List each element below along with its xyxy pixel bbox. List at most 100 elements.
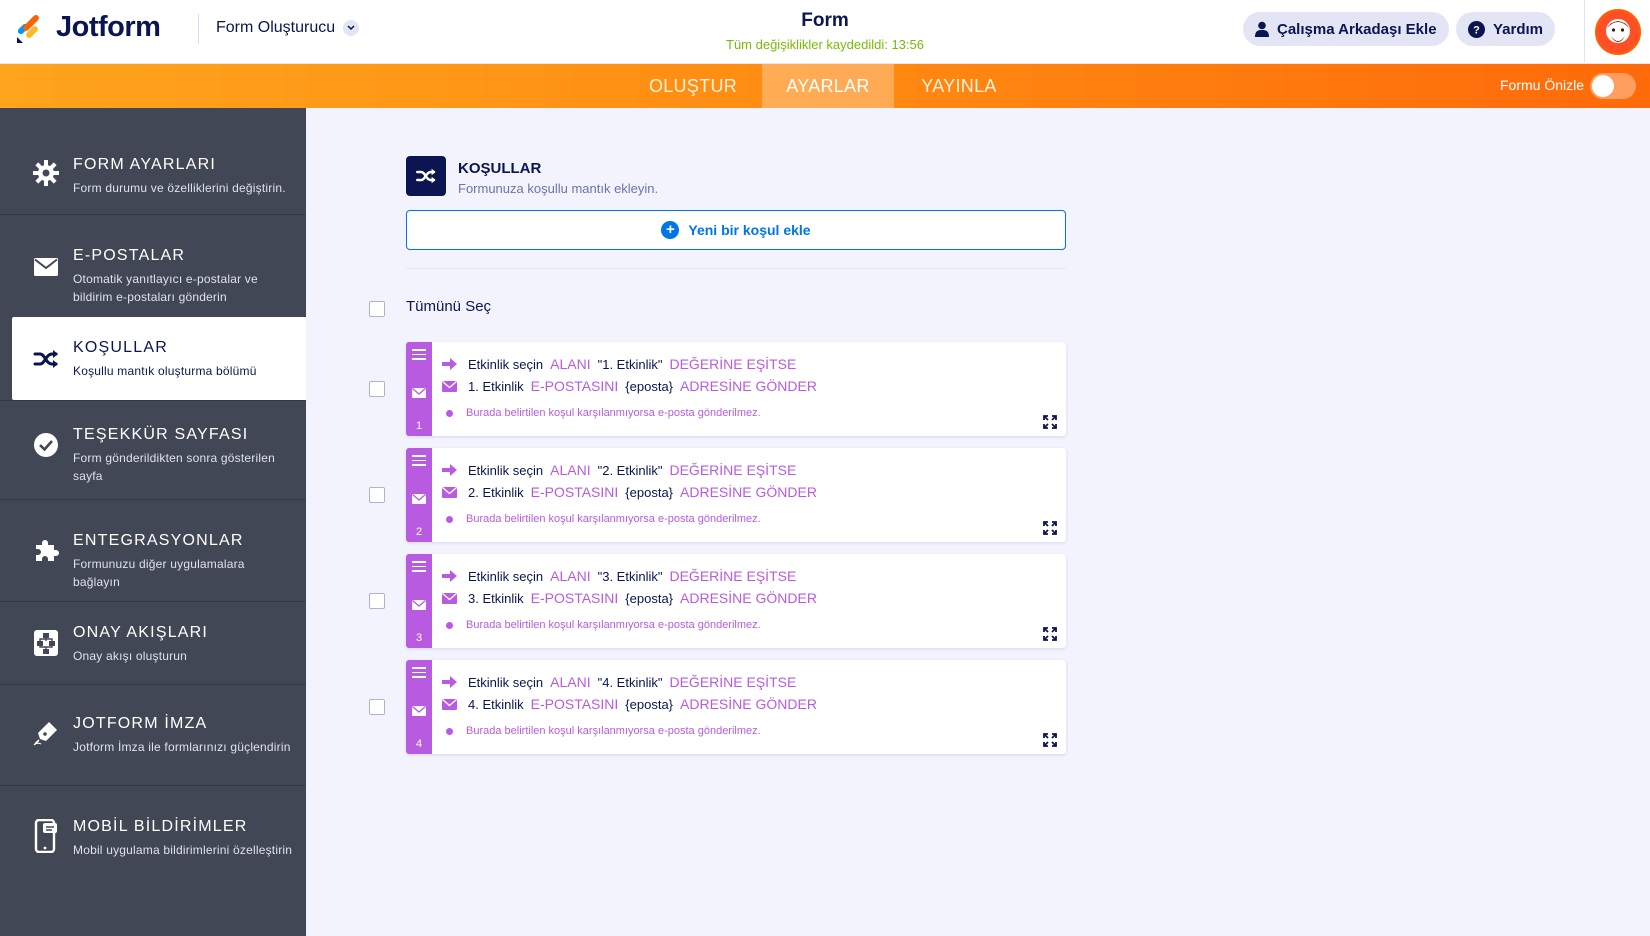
- select-all-checkbox[interactable]: [369, 301, 385, 317]
- arrow-right-icon: [442, 676, 458, 688]
- rule-note-text: Burada belirtilen koşul karşılanmıyorsa …: [466, 407, 761, 419]
- email-rule-icon: [412, 597, 426, 615]
- tab-publish[interactable]: YAYINLA: [894, 64, 1024, 108]
- rule-side-strip: 4: [406, 660, 432, 754]
- expand-icon[interactable]: [1042, 732, 1058, 748]
- sidebar-item-title: MOBİL BİLDİRİMLER: [73, 818, 248, 835]
- rule-number: 3: [415, 632, 423, 644]
- conditions-header-icon: [406, 156, 446, 196]
- rule-email-name: 2. Etkinlik: [468, 484, 524, 500]
- envelope-icon: [442, 486, 458, 498]
- sidebar-item-title: ENTEGRASYONLAR: [73, 532, 244, 549]
- help-button[interactable]: ? Yardım: [1456, 12, 1556, 46]
- arrow-right-icon: [442, 464, 458, 476]
- rule-checkbox[interactable]: [369, 593, 385, 609]
- form-builder-label: Form Oluşturucu: [216, 19, 336, 36]
- envelope-icon: [32, 253, 60, 281]
- builder-nav: OLUŞTUR AYARLAR YAYINLA Formu Önizle: [0, 64, 1650, 108]
- gear-icon: [32, 159, 60, 187]
- email-rule-icon: [412, 385, 426, 403]
- rule-note: Burada belirtilen koşul karşılanmıyorsa …: [442, 725, 761, 737]
- form-builder-dropdown[interactable]: Form Oluşturucu: [216, 19, 360, 37]
- condition-rule-card[interactable]: 3 Etkinlik seçin ALANI "3. Etkinlik" DEĞERİN…: [406, 554, 1066, 648]
- rule-checkbox[interactable]: [369, 487, 385, 503]
- sidebar-item-mobile-notifications[interactable]: MOBİL BİLDİRİMLER Mobil uygulama bildiri…: [0, 786, 306, 886]
- rule-if-line: Etkinlik seçin ALANI "2. Etkinlik" DEĞERİNE…: [442, 462, 803, 478]
- help-icon: ?: [1468, 20, 1485, 38]
- sidebar-item-form-settings[interactable]: FORM AYARLARI Form durumu ve özellikleri…: [0, 108, 306, 215]
- jotform-logo[interactable]: Jotform: [14, 10, 161, 44]
- rule-keyword-equals: DEĞERİNE EŞİTSE: [669, 462, 797, 478]
- rule-field-name: Etkinlik seçin: [468, 674, 544, 690]
- rule-note-text: Burada belirtilen koşul karşılanmıyorsa …: [466, 619, 761, 631]
- rule-then-line: 1. Etkinlik E-POSTASINI {eposta} ADRESİNE G…: [442, 378, 824, 394]
- rule-address: {eposta}: [625, 484, 674, 500]
- account-menu[interactable]: [1584, 0, 1650, 64]
- preview-form-toggle[interactable]: [1590, 73, 1636, 99]
- rule-address: {eposta}: [625, 590, 674, 606]
- rule-field-name: Etkinlik seçin: [468, 462, 544, 478]
- add-condition-button[interactable]: + Yeni bir koşul ekle: [406, 210, 1066, 250]
- envelope-icon: [442, 380, 458, 392]
- bullet-dot: [446, 621, 453, 629]
- rule-keyword-email: E-POSTASINI: [530, 484, 619, 500]
- sidebar-item-title: JOTFORM İMZA: [73, 715, 208, 732]
- rule-address: {eposta}: [625, 378, 674, 394]
- sidebar-item-conditions[interactable]: KOŞULLAR Koşullu mantık oluşturma bölümü: [12, 317, 306, 400]
- shuffle-icon: [32, 345, 60, 373]
- bullet-dot: [446, 727, 453, 735]
- toggle-knob: [1592, 75, 1614, 97]
- condition-rule-card[interactable]: 2 Etkinlik seçin ALANI "2. Etkinlik" DEĞERİN…: [406, 448, 1066, 542]
- sidebar-item-desc: Mobil uygulama bildirimlerini özelleştir…: [73, 843, 293, 857]
- sidebar-item-title: FORM AYARLARI: [73, 156, 217, 173]
- sidebar-item-jotform-sign[interactable]: JOTFORM İMZA Jotform İmza ile formlarını…: [0, 685, 306, 786]
- add-collaborator-button[interactable]: Çalışma Arkadaşı Ekle: [1243, 12, 1449, 46]
- jotform-logo-icon: [17, 15, 39, 43]
- sidebar-item-desc: Jotform İmza ile formlarınızı güçlendiri…: [73, 740, 291, 754]
- drag-handle-icon[interactable]: [412, 349, 426, 363]
- rule-keyword-send: ADRESİNE GÖNDER: [680, 378, 817, 394]
- rule-address: {eposta}: [625, 696, 674, 712]
- add-collaborator-label: Çalışma Arkadaşı Ekle: [1277, 20, 1437, 38]
- rule-keyword-field: ALANI: [550, 568, 591, 584]
- drag-handle-icon[interactable]: [412, 455, 426, 469]
- envelope-icon: [442, 698, 458, 710]
- page-subtitle: Formunuza koşullu mantık ekleyin.: [458, 181, 659, 196]
- rule-keyword-email: E-POSTASINI: [530, 378, 619, 394]
- sidebar-item-integrations[interactable]: ENTEGRASYONLAR Formunuzu diğer uygulamal…: [0, 500, 306, 602]
- rule-value: "2. Etkinlik": [597, 462, 663, 478]
- email-rule-icon: [412, 491, 426, 509]
- condition-rule-card[interactable]: 1 Etkinlik seçin ALANI "1. Etkinlik" DEĞERİN…: [406, 342, 1066, 436]
- expand-icon[interactable]: [1042, 520, 1058, 536]
- rule-keyword-equals: DEĞERİNE EŞİTSE: [669, 356, 797, 372]
- drag-handle-icon[interactable]: [412, 667, 426, 681]
- tab-settings[interactable]: AYARLAR: [762, 64, 894, 108]
- rule-field-name: Etkinlik seçin: [468, 568, 544, 584]
- rule-note-text: Burada belirtilen koşul karşılanmıyorsa …: [466, 513, 761, 525]
- rule-note: Burada belirtilen koşul karşılanmıyorsa …: [442, 513, 761, 525]
- puzzle-icon: [32, 536, 60, 564]
- expand-icon[interactable]: [1042, 626, 1058, 642]
- condition-rule-card[interactable]: 4 Etkinlik seçin ALANI "4. Etkinlik" DEĞERİN…: [406, 660, 1066, 754]
- tab-build[interactable]: OLUŞTUR: [626, 64, 760, 108]
- avatar: [1594, 9, 1641, 55]
- rule-then-line: 4. Etkinlik E-POSTASINI {eposta} ADRESİNE G…: [442, 696, 824, 712]
- rule-checkbox[interactable]: [369, 699, 385, 715]
- rule-note-text: Burada belirtilen koşul karşılanmıyorsa …: [466, 725, 761, 737]
- rule-email-name: 1. Etkinlik: [468, 378, 524, 394]
- rule-value: "4. Etkinlik": [597, 674, 663, 690]
- rule-keyword-field: ALANI: [550, 462, 591, 478]
- settings-sidebar: FORM AYARLARI Form durumu ve özellikleri…: [0, 108, 306, 936]
- rule-keyword-field: ALANI: [550, 356, 591, 372]
- rule-number: 1: [415, 420, 423, 432]
- header-divider: [198, 14, 199, 44]
- select-all-label[interactable]: Tümünü Seç: [406, 298, 491, 315]
- help-label: Yardım: [1493, 20, 1544, 38]
- divider: [406, 268, 1066, 269]
- sidebar-item-approval-flows[interactable]: ONAY AKIŞLARI Onay akışı oluşturun: [0, 602, 306, 685]
- rule-checkbox[interactable]: [369, 381, 385, 397]
- rule-then-line: 3. Etkinlik E-POSTASINI {eposta} ADRESİNE G…: [442, 590, 824, 606]
- drag-handle-icon[interactable]: [412, 561, 426, 575]
- sidebar-item-thank-you-page[interactable]: TEŞEKKÜR SAYFASI Form gönderildikten son…: [0, 400, 306, 500]
- expand-icon[interactable]: [1042, 414, 1058, 430]
